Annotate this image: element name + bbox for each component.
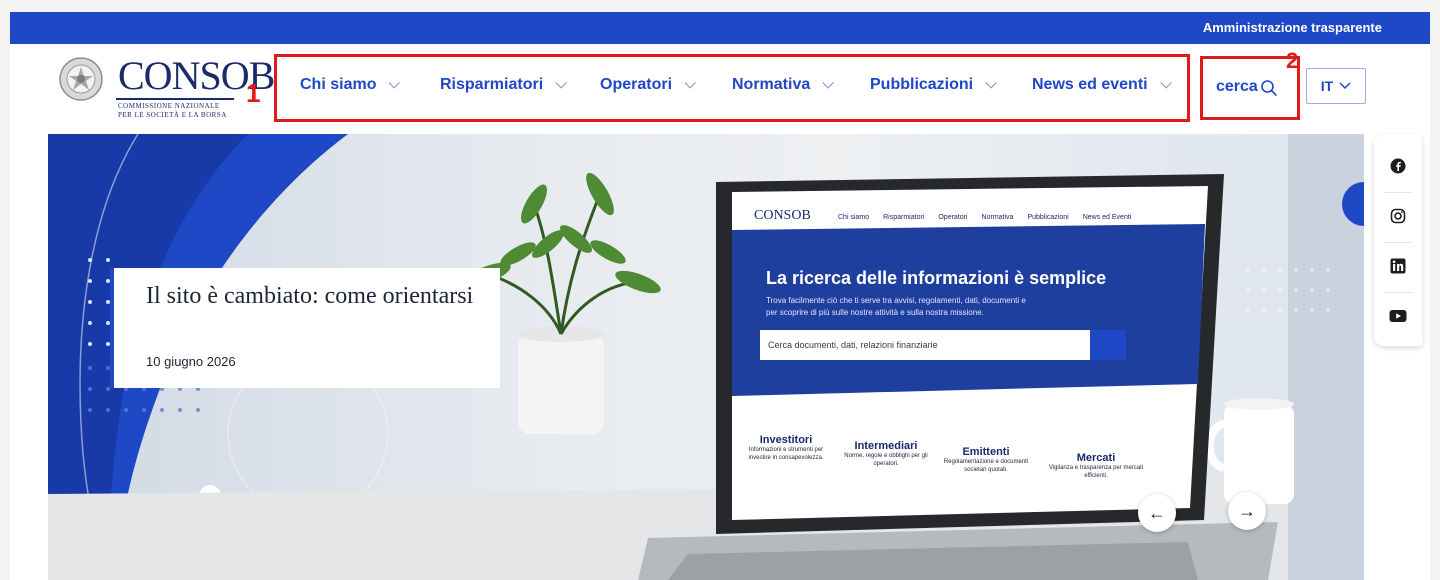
nav-chi-siamo-label: Chi siamo (300, 76, 377, 93)
social-links (1374, 134, 1422, 346)
facebook-icon[interactable] (1388, 156, 1408, 176)
laptop-tile-emittenti: Emittenti Regolamentazione e documenti s… (938, 446, 1034, 474)
carousel-next-button[interactable]: → (1228, 492, 1266, 530)
tile-title: Mercati (1076, 452, 1116, 464)
laptop-nav-item: Pubblicazioni (1027, 214, 1069, 221)
laptop-tile-mercati: Mercati Vigilanza e trasparenza per merc… (1048, 452, 1144, 480)
chevron-down-icon (555, 77, 567, 89)
logo-subtitle-2: PER LE SOCIETÀ E LA BORSA (118, 111, 227, 119)
search-icon (1261, 80, 1277, 96)
nav-normativa-label: Normativa (732, 76, 811, 93)
tile-title: Intermediari (854, 440, 918, 452)
tile-desc: Norme, regole e obblighi per gli operato… (844, 453, 928, 467)
language-selector[interactable]: IT (1306, 68, 1366, 104)
site-header: CONSOB COMMISSIONE NAZIONALE PER LE SOCI… (10, 44, 1430, 126)
news-date: 10 giugno 2026 (146, 354, 236, 369)
chevron-down-icon (684, 77, 696, 89)
tile-desc: Regolamentazione e documenti societari q… (943, 459, 1029, 473)
nav-chi-siamo[interactable]: Chi siamo (300, 76, 401, 94)
laptop-nav-item: Chi siamo (838, 214, 870, 221)
laptop-nav-item: Normativa (981, 214, 1014, 221)
instagram-icon[interactable] (1388, 206, 1408, 226)
nav-pubblicazioni[interactable]: Pubblicazioni (870, 76, 997, 94)
laptop-search-icon (1090, 330, 1126, 360)
nav-operatori-label: Operatori (600, 76, 673, 93)
nav-news-ed-eventi[interactable]: News ed eventi (1032, 76, 1172, 94)
logo-rule (116, 98, 234, 100)
news-title[interactable]: Il sito è cambiato: come orientarsi (146, 280, 486, 312)
laptop-nav-item: News ed Eventi (1082, 214, 1132, 221)
nav-normativa[interactable]: Normativa (732, 76, 835, 94)
annotation-number-1: 1 (246, 78, 261, 108)
laptop-nav-item: Operatori (938, 214, 968, 221)
language-value: IT (1320, 78, 1334, 94)
nav-operatori[interactable]: Operatori (600, 76, 696, 94)
laptop-tile-intermediari: Intermediari Norme, regole e obblighi pe… (838, 440, 934, 468)
page-frame: Amministrazione trasparente CONSOB COMMI… (10, 12, 1430, 580)
main-navigation: Chi siamo Risparmiatori Operatori Normat… (274, 58, 1190, 114)
laptop-logo: CONSOB (754, 208, 811, 223)
youtube-icon[interactable] (1388, 306, 1408, 326)
social-separator (1384, 242, 1412, 243)
chevron-down-icon (985, 77, 997, 89)
news-card[interactable]: Il sito è cambiato: come orientarsi 10 g… (110, 268, 500, 388)
logo-subtitle-1: COMMISSIONE NAZIONALE (118, 102, 220, 110)
laptop-intro-2: per scoprire di più sulle nostre attivit… (766, 308, 984, 317)
search-label: cerca (1216, 78, 1258, 95)
nav-pubblicazioni-label: Pubblicazioni (870, 76, 974, 93)
linkedin-icon[interactable] (1388, 256, 1408, 276)
tile-title: Investitori (759, 434, 813, 446)
search-button[interactable]: cerca (1206, 60, 1300, 116)
tile-title: Emittenti (962, 446, 1010, 458)
nav-news-ed-eventi-label: News ed eventi (1032, 76, 1148, 93)
amministrazione-trasparente-link[interactable]: Amministrazione trasparente (1203, 20, 1382, 35)
nav-risparmiatori-label: Risparmiatori (440, 76, 544, 93)
laptop-tile-investitori: Investitori Informazioni e strumenti per… (738, 434, 834, 462)
carousel-prev-button[interactable]: ← (1138, 494, 1176, 532)
laptop-headline: La ricerca delle informazioni è semplice (766, 268, 1107, 288)
republic-emblem-icon (59, 57, 103, 101)
chevron-down-icon (822, 77, 835, 89)
consob-logo[interactable]: CONSOB COMMISSIONE NAZIONALE PER LE SOCI… (58, 54, 275, 119)
hero-carousel: CONSOB Chi siamo Risparmiatori Operatori… (48, 134, 1364, 580)
chevron-down-icon (1339, 82, 1351, 90)
laptop-nav-item: Risparmiatori (883, 214, 925, 221)
laptop-intro-1: Trova facilmente ciò che ti serve tra av… (766, 296, 1026, 305)
nav-risparmiatori[interactable]: Risparmiatori (440, 76, 567, 94)
tile-desc: Vigilanza e trasparenza per mercati effi… (1048, 465, 1144, 479)
social-separator (1384, 192, 1412, 193)
top-utility-bar: Amministrazione trasparente (10, 12, 1430, 44)
social-separator (1384, 292, 1412, 293)
tile-desc: Informazioni e strumenti per investire i… (748, 447, 824, 461)
chevron-down-icon (1160, 77, 1172, 89)
laptop-nav: Chi siamo Risparmiatori Operatori Normat… (838, 214, 1131, 221)
chevron-down-icon (388, 77, 401, 89)
laptop-search-field: Cerca documenti, dati, relazioni finanzi… (760, 330, 1090, 360)
